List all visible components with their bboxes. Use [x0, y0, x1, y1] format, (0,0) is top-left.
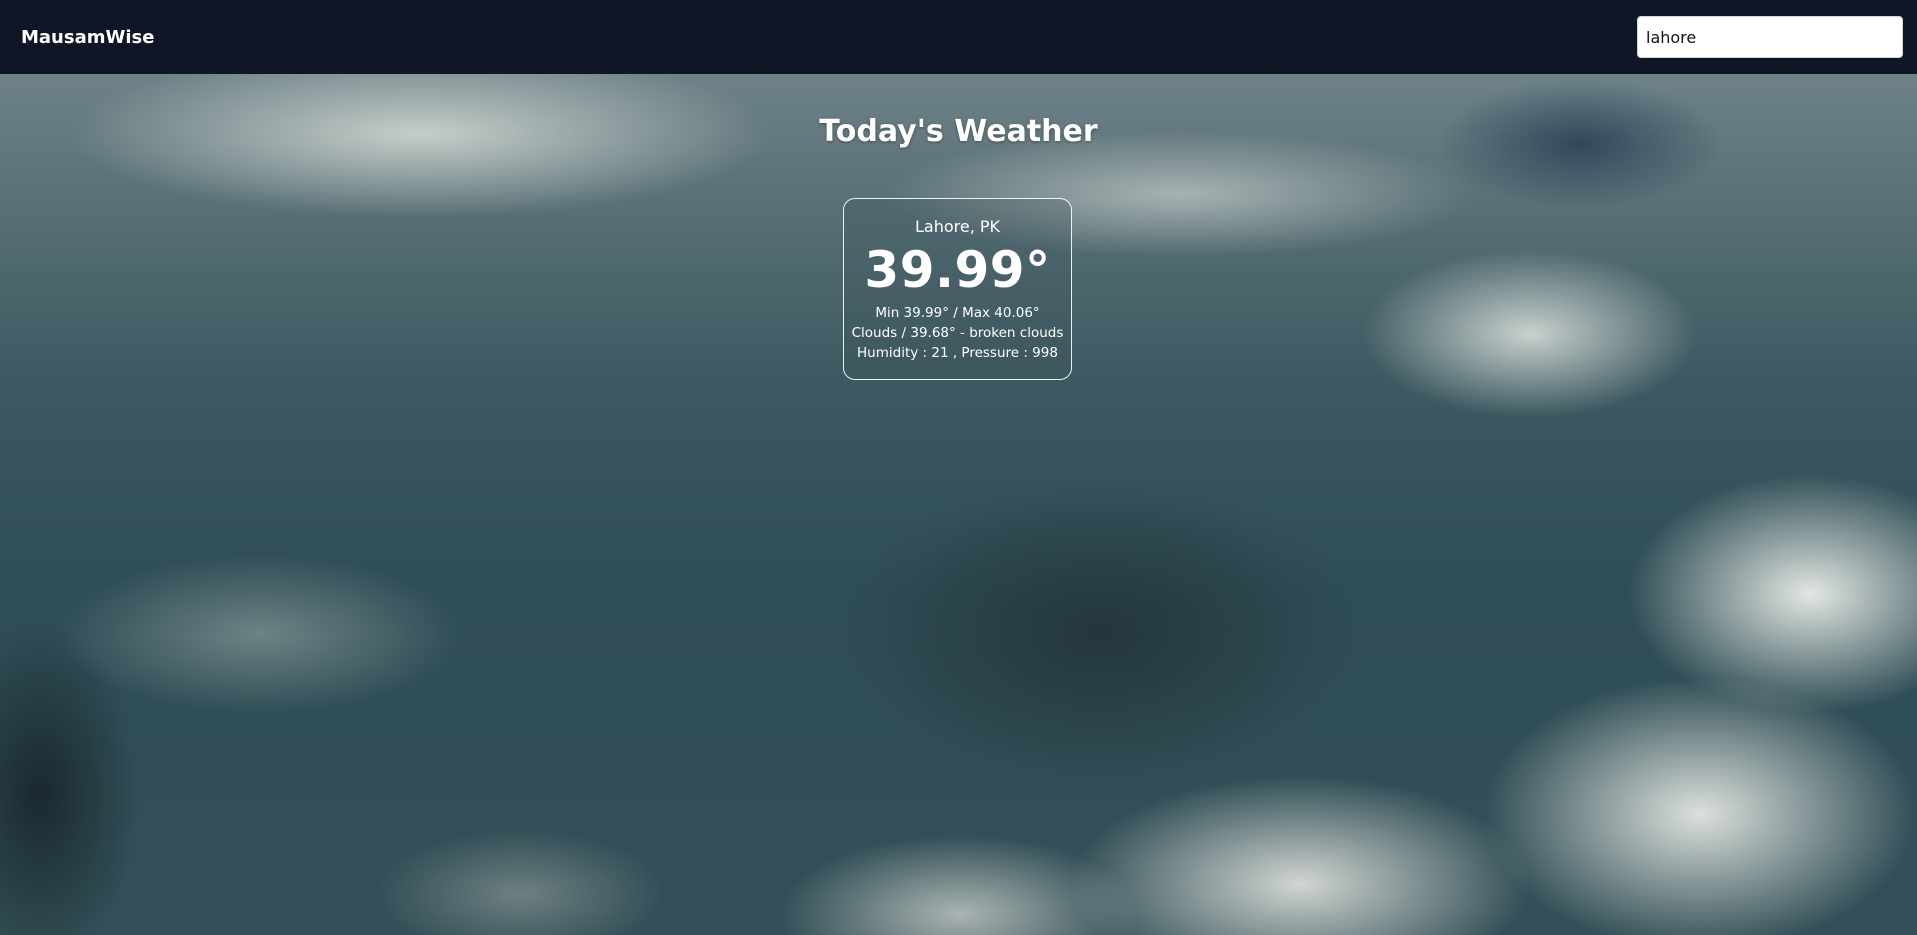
temperature-value: 39.99°	[864, 241, 1051, 299]
weather-hero: Today's Weather Lahore, PK 39.99° Min 39…	[0, 74, 1917, 935]
weather-conditions: Clouds / 39.68° - broken clouds	[851, 325, 1064, 341]
humidity-pressure: Humidity : 21 , Pressure : 998	[857, 345, 1058, 361]
weather-card: Lahore, PK 39.99° Min 39.99° / Max 40.06…	[843, 198, 1072, 380]
brand-logo[interactable]: MausamWise	[21, 27, 154, 48]
navbar: MausamWise	[0, 0, 1917, 74]
page-title: Today's Weather	[819, 114, 1098, 149]
min-max-temperature: Min 39.99° / Max 40.06°	[875, 305, 1040, 321]
search-input[interactable]	[1637, 16, 1903, 58]
location-label: Lahore, PK	[914, 217, 1001, 236]
